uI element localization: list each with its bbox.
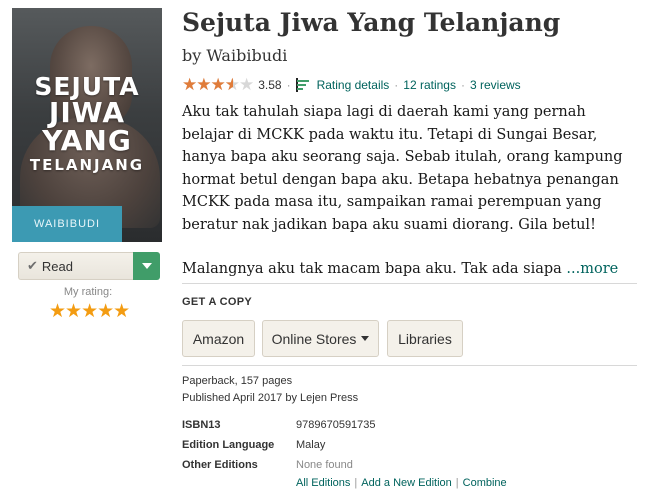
read-status-button[interactable]: ✔ Read: [18, 252, 133, 280]
rating-row: ★★★★★★★★★★ 3.58 · Rating details · 12 ra…: [182, 75, 521, 95]
libraries-button[interactable]: Libraries: [387, 320, 463, 357]
average-rating-value: 3.58: [258, 78, 282, 92]
all-editions-link[interactable]: All Editions: [296, 477, 350, 489]
author-link[interactable]: Waibibudi: [206, 46, 287, 65]
link-separator: |: [455, 477, 459, 489]
divider: [182, 365, 637, 366]
online-stores-button[interactable]: Online Stores: [262, 320, 379, 357]
left-column: SEJUTA JIWA YANG TELANJANG WAIBIBUDI ✔ R…: [12, 8, 164, 322]
combine-link[interactable]: Combine: [463, 477, 507, 489]
online-stores-button-label: Online Stores: [271, 330, 357, 347]
average-rating-stars: ★★★★★★★★★★: [182, 75, 254, 94]
other-editions-value: None found: [296, 459, 353, 471]
author-line: by Waibibudi: [182, 46, 287, 65]
cover-title-line: YANG: [42, 124, 132, 157]
description-paragraph: Aku tak tahulah siapa lagi di daerah kam…: [182, 104, 623, 233]
check-icon: ✔: [27, 258, 38, 273]
rating-details-chart-icon[interactable]: [295, 78, 311, 92]
my-rating-label: My rating:: [63, 286, 113, 298]
edition-links: All Editions | Add a New Edition | Combine: [296, 477, 507, 489]
shelf-status-control: ✔ Read: [18, 252, 160, 280]
metadata-key: Other Editions: [182, 459, 258, 471]
my-rating-stars[interactable]: ★★★★★: [49, 300, 130, 323]
isbn13-value: 9789670591735: [296, 419, 376, 431]
read-status-label: Read: [41, 258, 73, 274]
cover-author-band: WAIBIBUDI: [12, 206, 122, 242]
more-link[interactable]: ...more: [566, 261, 618, 277]
reviews-count-link[interactable]: 3 reviews: [470, 78, 521, 92]
shelf-dropdown-button[interactable]: [133, 252, 160, 280]
average-rating-fill: ★★★★★: [182, 75, 233, 94]
edition-format: Paperback, 157 pages: [182, 375, 293, 387]
metadata-key: ISBN13: [182, 419, 221, 431]
edition-published: Published April 2017 by Lejen Press: [182, 392, 359, 404]
get-a-copy-heading: GET A COPY: [182, 296, 253, 308]
add-new-edition-link[interactable]: Add a New Edition: [361, 477, 452, 489]
by-label: by: [182, 46, 202, 65]
book-cover[interactable]: SEJUTA JIWA YANG TELANJANG WAIBIBUDI: [12, 8, 162, 242]
edition-language-value: Malay: [296, 439, 326, 451]
libraries-button-label: Libraries: [398, 330, 452, 347]
rating-details-link[interactable]: Rating details: [317, 78, 390, 92]
edition-details: Paperback, 157 pages Published April 201…: [182, 373, 358, 407]
amazon-button-label: Amazon: [192, 330, 245, 347]
link-separator: |: [354, 477, 358, 489]
divider: [182, 283, 637, 284]
separator-dot: ·: [460, 78, 465, 92]
separator-dot: ·: [394, 78, 399, 92]
book-title: Sejuta Jiwa Yang Telanjang: [182, 8, 561, 37]
separator-dot: ·: [286, 78, 291, 92]
caret-down-icon: [361, 336, 370, 341]
cover-title-line: TELANJANG: [29, 156, 145, 174]
amazon-button[interactable]: Amazon: [182, 320, 255, 357]
metadata-key: Edition Language: [182, 439, 275, 451]
ratings-count-link[interactable]: 12 ratings: [403, 78, 456, 92]
caret-down-icon: [141, 263, 152, 269]
book-description: Aku tak tahulah siapa lagi di daerah kam…: [182, 101, 640, 303]
description-paragraph: Malangnya aku tak macam bapa aku. Tak ad…: [182, 258, 640, 281]
description-excerpt: Malangnya aku tak macam bapa aku. Tak ad…: [182, 261, 562, 277]
